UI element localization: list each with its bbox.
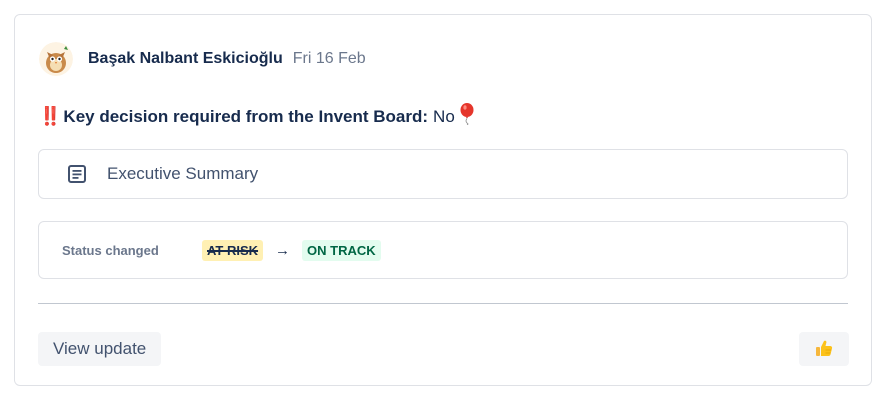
executive-summary-link[interactable]: Executive Summary xyxy=(38,149,848,199)
like-button[interactable] xyxy=(799,332,849,366)
previous-status-badge: AT RISK xyxy=(202,239,264,261)
author-name[interactable]: Başak Nalbant Eskicioğlu xyxy=(88,50,283,68)
decision-value: No xyxy=(433,106,455,126)
avatar[interactable] xyxy=(39,42,73,76)
current-status-badge: ON TRACK xyxy=(302,239,381,261)
divider xyxy=(38,303,848,304)
document-icon xyxy=(67,164,87,184)
view-update-button[interactable]: View update xyxy=(38,332,162,366)
update-card: Başak Nalbant Eskicioğlu Fri 16 Feb ‼️ K… xyxy=(14,14,872,386)
status-arrow: → xyxy=(275,241,291,259)
key-decision-line: ‼️ Key decision required from the Invent… xyxy=(39,103,474,130)
double-exclamation-icon: ‼️ xyxy=(39,106,61,126)
balloon-icon xyxy=(460,103,474,130)
thumbs-up-icon xyxy=(814,338,834,361)
update-date: Fri 16 Feb xyxy=(292,50,366,67)
status-changed-label: Status changed xyxy=(62,242,159,258)
status-change-panel: Status changed AT RISK → ON TRACK xyxy=(38,221,848,279)
update-header: Başak Nalbant Eskicioğlu Fri 16 Feb xyxy=(39,41,366,77)
decision-label: Key decision required from the Invent Bo… xyxy=(63,106,429,126)
executive-summary-label: Executive Summary xyxy=(107,164,259,183)
